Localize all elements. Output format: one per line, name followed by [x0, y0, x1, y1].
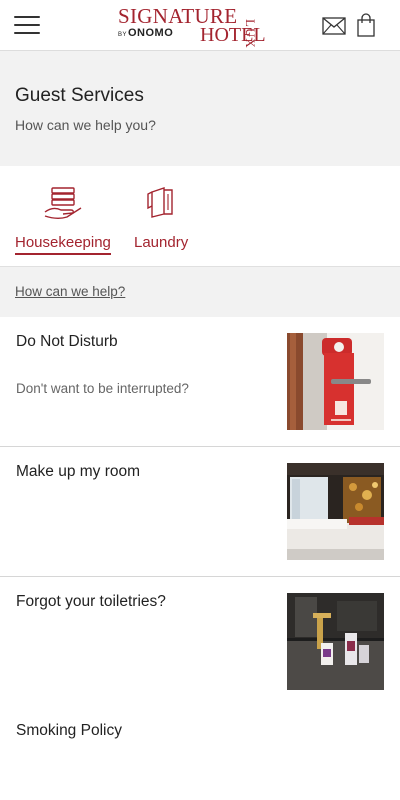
door-hanger-photo [287, 333, 384, 430]
logo-by-text: BY [118, 32, 128, 38]
hotel-room-bed-photo [287, 463, 384, 560]
logo-brand-text: ONOMO [128, 27, 174, 39]
service-item-make-up-room[interactable]: Make up my room [0, 447, 400, 577]
logo-lux-text: LUX [243, 19, 258, 49]
laundry-folded-icon [134, 186, 188, 225]
bathroom-toiletries-photo [287, 593, 384, 690]
top-header: SIGNATURE BY ONOMO HOTEL LUX [0, 0, 400, 50]
envelope-icon[interactable] [322, 17, 346, 40]
tab-housekeeping[interactable]: Housekeeping [15, 186, 111, 255]
service-name: Do Not Disturb [16, 333, 118, 350]
tab-housekeeping-label: Housekeeping [15, 234, 111, 255]
service-name: Forgot your toiletries? [16, 593, 166, 610]
how-can-we-help-link[interactable]: How can we help? [15, 284, 125, 299]
page-title: Guest Services [15, 85, 144, 106]
page-header-panel: Guest Services How can we help you? [0, 50, 400, 167]
service-name: Smoking Policy [16, 722, 122, 739]
hamburger-menu-icon[interactable] [14, 16, 40, 36]
app-root: SIGNATURE BY ONOMO HOTEL LUX Guest Servi… [0, 0, 400, 800]
service-item-do-not-disturb[interactable]: Do Not Disturb Don't want to be interrup… [0, 317, 400, 447]
service-name: Make up my room [16, 463, 141, 480]
service-item-smoking-policy[interactable]: Smoking Policy [0, 706, 400, 800]
hotel-logo[interactable]: SIGNATURE BY ONOMO HOTEL LUX [118, 5, 283, 49]
help-bar: How can we help? [0, 266, 400, 318]
category-tabs: Housekeeping Laundry [0, 166, 400, 266]
service-description: Don't want to be interrupted? [16, 381, 189, 396]
page-subtitle: How can we help you? [15, 117, 156, 133]
towels-hand-icon [15, 186, 111, 225]
service-item-toiletries[interactable]: Forgot your toiletries? [0, 577, 400, 707]
shopping-bag-icon[interactable] [357, 13, 375, 42]
tab-laundry-label: Laundry [134, 234, 189, 251]
tab-laundry[interactable]: Laundry [134, 186, 188, 253]
